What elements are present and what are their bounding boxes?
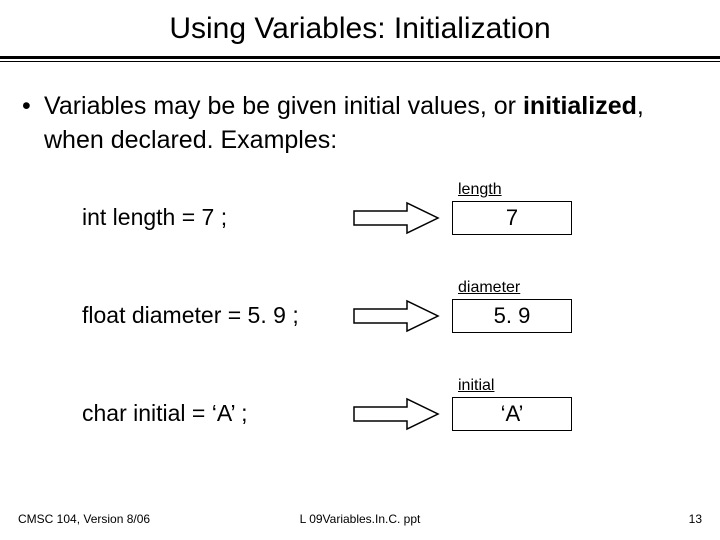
examples: int length = 7 ; length 7 float diameter… (22, 188, 698, 444)
value-box-wrap: length 7 (452, 201, 592, 235)
bullet-line: • Variables may be be given initial valu… (22, 90, 698, 158)
bullet-text-1: Variables may be be given initial values… (44, 92, 523, 120)
footer-left: CMSC 104, Version 8/06 (18, 512, 150, 526)
value-box: 7 (452, 201, 572, 235)
footer: CMSC 104, Version 8/06 L 09Variables.In.… (18, 512, 702, 526)
code-snippet: float diameter = 5. 9 ; (82, 302, 342, 329)
value-box-label: diameter (458, 279, 520, 297)
value-box-label: initial (458, 377, 494, 395)
arrow-icon (352, 299, 442, 333)
arrow-cell (342, 299, 452, 333)
slide-title: Using Variables: Initialization (0, 12, 720, 46)
bullet-bold: initialized (523, 92, 637, 120)
body-area: • Variables may be be given initial valu… (0, 62, 720, 444)
arrow-cell (342, 397, 452, 431)
value-box-wrap: initial ‘A’ (452, 397, 592, 431)
footer-right: 13 (689, 512, 702, 526)
value-box-wrap: diameter 5. 9 (452, 299, 592, 333)
code-snippet: int length = 7 ; (82, 204, 342, 231)
arrow-icon (352, 397, 442, 431)
title-area: Using Variables: Initialization (0, 0, 720, 46)
bullet-text: Variables may be be given initial values… (44, 90, 698, 158)
footer-center: L 09Variables.In.C. ppt (300, 512, 421, 526)
bullet-marker: • (22, 90, 44, 124)
example-row: int length = 7 ; length 7 (82, 188, 698, 248)
code-snippet: char initial = ‘A’ ; (82, 400, 342, 427)
value-box-label: length (458, 181, 502, 199)
example-row: char initial = ‘A’ ; initial ‘A’ (82, 384, 698, 444)
arrow-cell (342, 201, 452, 235)
arrow-icon (352, 201, 442, 235)
value-box: ‘A’ (452, 397, 572, 431)
value-box: 5. 9 (452, 299, 572, 333)
example-row: float diameter = 5. 9 ; diameter 5. 9 (82, 286, 698, 346)
